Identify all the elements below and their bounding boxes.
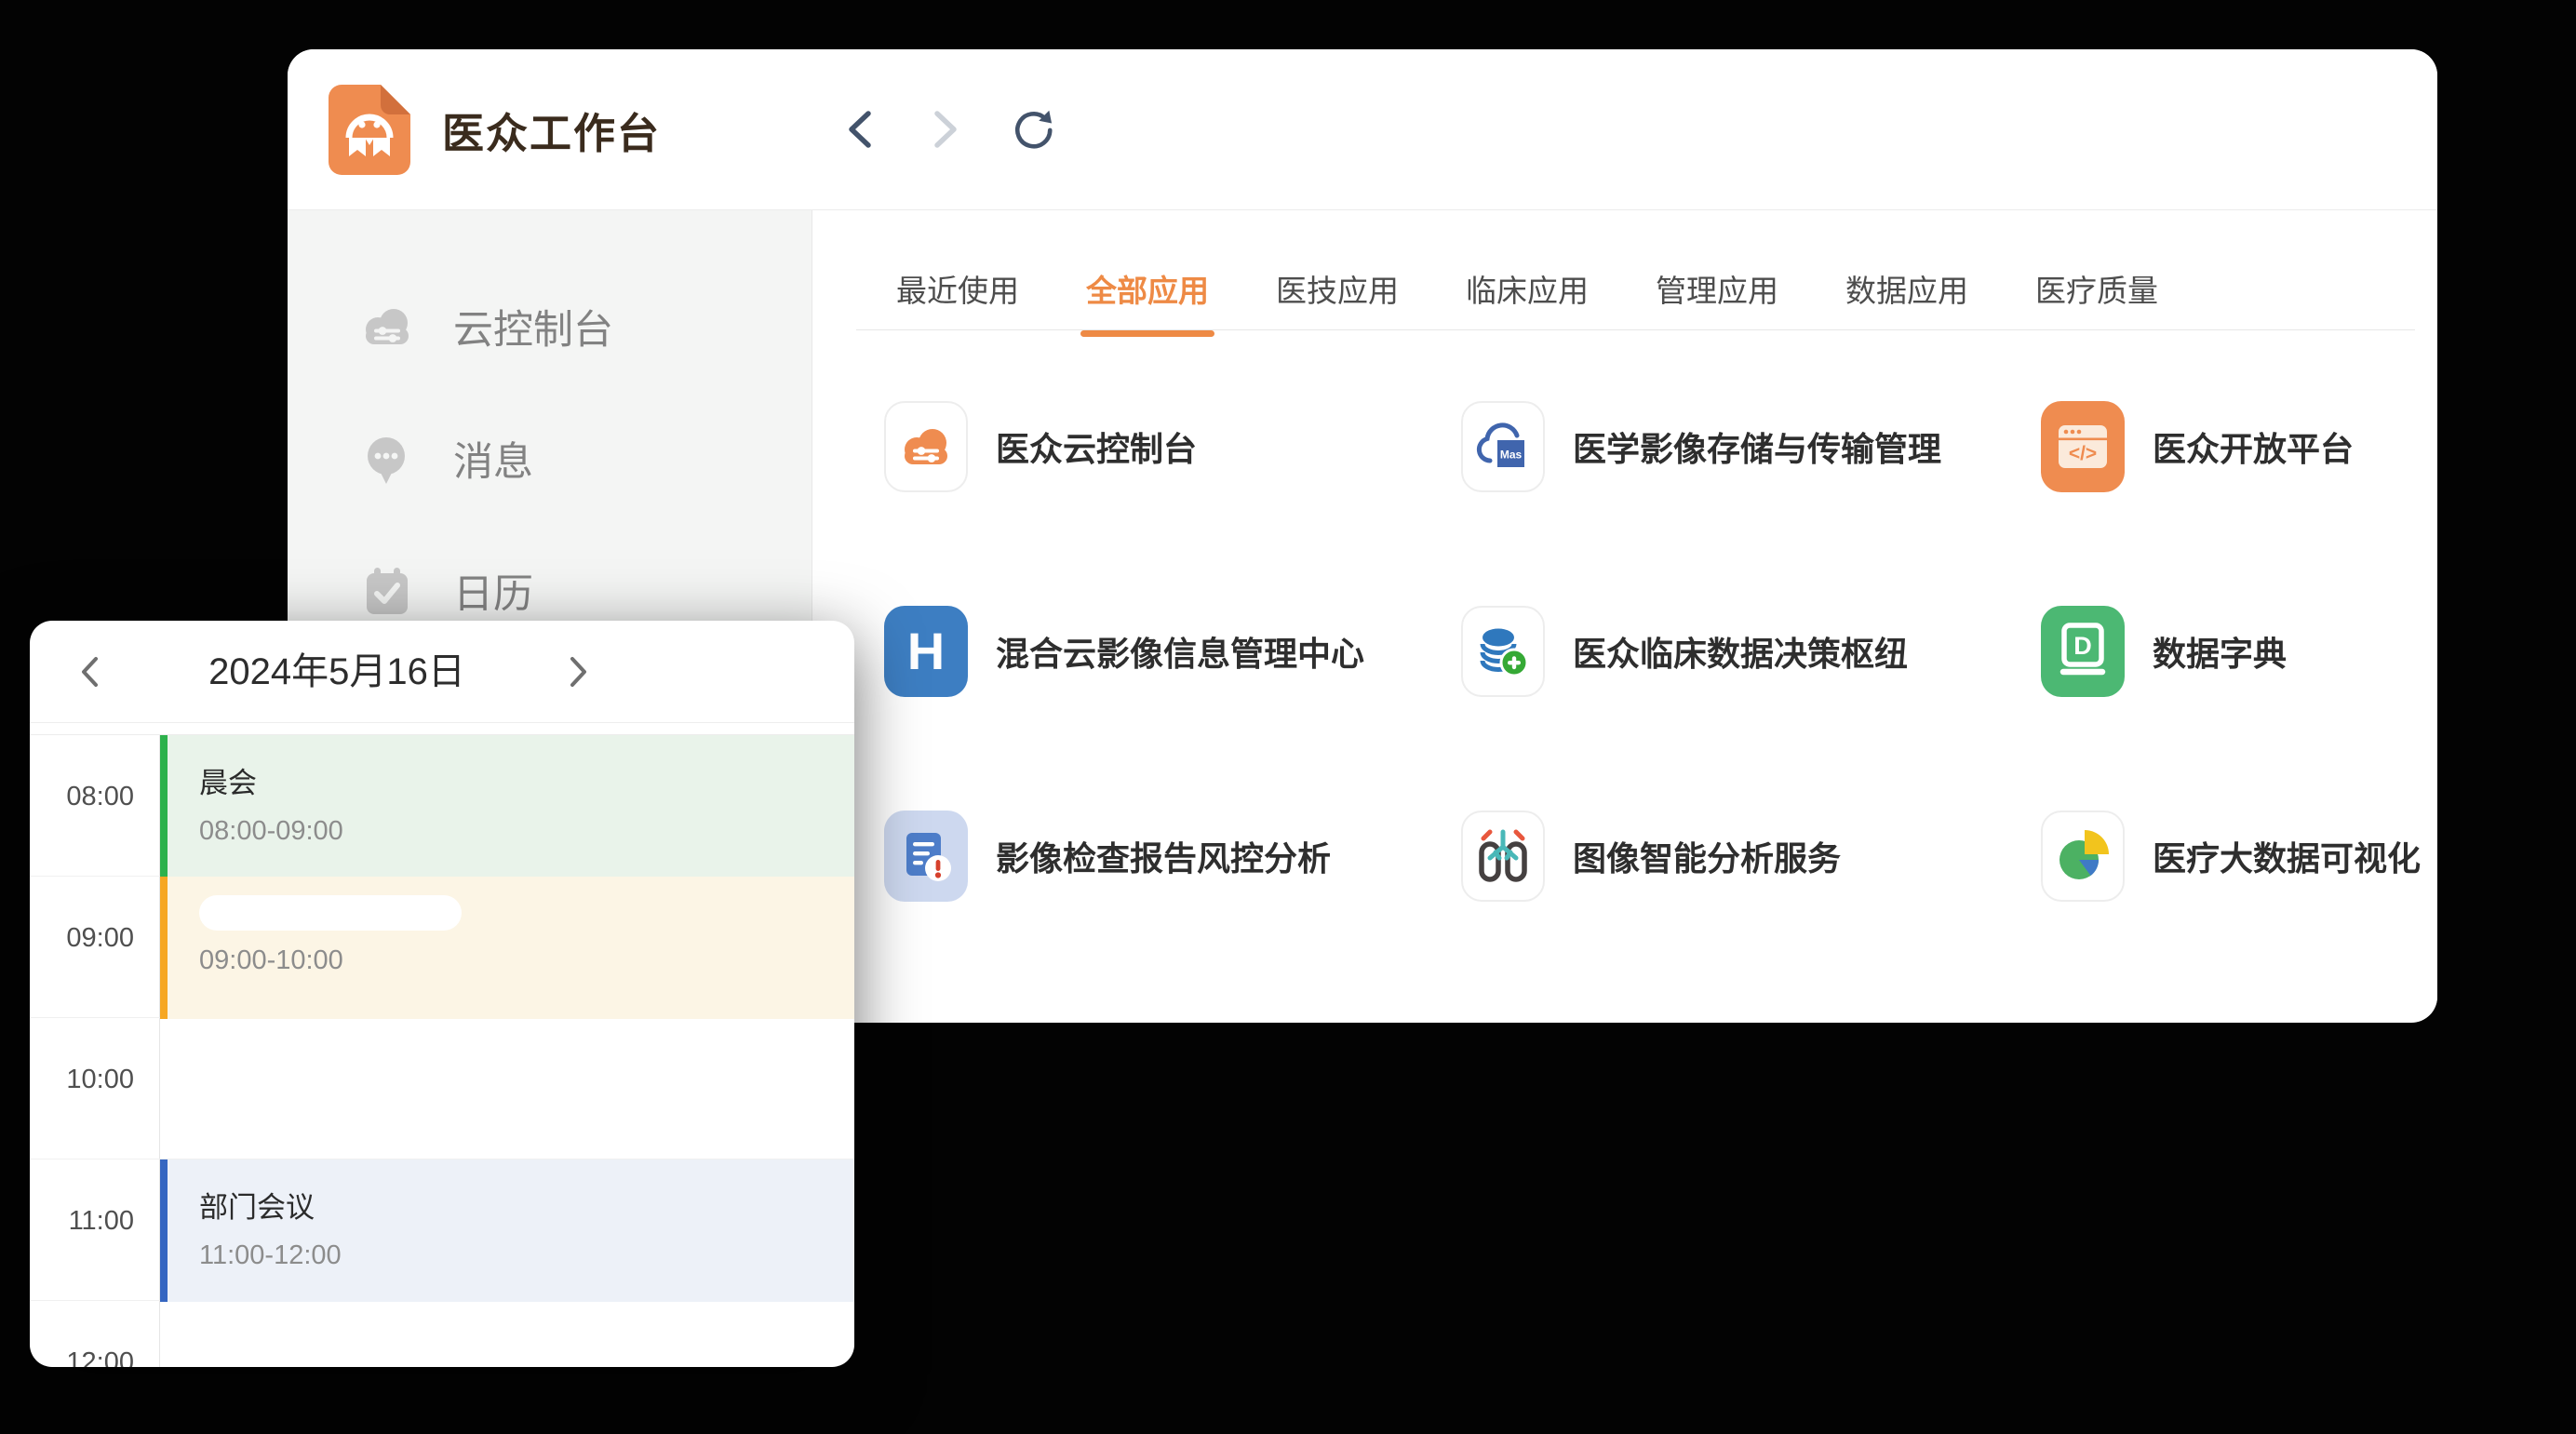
- svg-text:H: H: [907, 622, 945, 680]
- event-redacted[interactable]: 09:00-10:00: [160, 877, 854, 1019]
- app-hybrid-cloud-imaging[interactable]: H 混合云影像信息管理中心: [884, 606, 1461, 697]
- orange-cloud-sliders-icon: [898, 423, 954, 470]
- app-label: 医众云控制台: [996, 422, 1197, 471]
- app-label: 图像智能分析服务: [1573, 832, 1841, 880]
- refresh-icon: [1010, 106, 1053, 153]
- calendar-next-button[interactable]: [568, 651, 596, 692]
- tab-data[interactable]: 数据应用: [1845, 266, 1968, 335]
- app-grid: 医众云控制台 Mas 医学影像存储与传输管理: [884, 401, 2428, 1015]
- time-label: 08:00: [30, 782, 134, 812]
- tab-management[interactable]: 管理应用: [1656, 266, 1778, 335]
- orange-code-window-icon: </>: [2041, 401, 2125, 492]
- green-dictionary-icon: D: [2041, 606, 2125, 697]
- tab-quality[interactable]: 医疗质量: [2035, 266, 2158, 335]
- sidebar-item-label: 云控制台: [453, 298, 613, 355]
- event-department-meeting[interactable]: 部门会议 11:00-12:00: [160, 1159, 854, 1302]
- calendar-rows: 08:00 晨会 08:00-09:00 09:00 09:00-10:00 1…: [30, 734, 854, 1367]
- event-title: 晨会: [199, 759, 854, 801]
- app-title: 医众工作台: [442, 100, 661, 160]
- sidebar-item-label: 消息: [453, 430, 533, 488]
- tab-medtech[interactable]: 医技应用: [1276, 266, 1399, 335]
- chevron-right-icon: [932, 108, 959, 151]
- app-label: 数据字典: [2153, 627, 2287, 676]
- report-alert-icon: [897, 825, 955, 887]
- tab-recent[interactable]: 最近使用: [896, 266, 1019, 335]
- app-image-storage[interactable]: Mas 医学影像存储与传输管理: [1461, 401, 2041, 492]
- app-label: 医众开放平台: [2153, 422, 2354, 471]
- chevron-left-icon: [846, 108, 874, 151]
- sidebar-item-cloud-console[interactable]: 云控制台: [288, 261, 812, 393]
- calendar-prev-button[interactable]: [78, 651, 106, 692]
- calendar-check-icon: [360, 564, 414, 618]
- back-button[interactable]: [839, 107, 881, 152]
- app-label: 医众临床数据决策枢纽: [1573, 627, 1908, 676]
- calendar-row-1100: 11:00 部门会议 11:00-12:00: [30, 1159, 854, 1301]
- message-bubble-icon: [360, 432, 414, 486]
- pie-chart-icon: [2053, 826, 2113, 886]
- time-label: 09:00: [30, 923, 134, 954]
- sidebar-item-label: 日历: [453, 562, 533, 620]
- blue-cloud-mas-icon: Mas: [1474, 418, 1532, 476]
- event-time-range: 09:00-10:00: [199, 945, 854, 976]
- event-time-range: 08:00-09:00: [199, 816, 854, 847]
- tab-clinical[interactable]: 临床应用: [1466, 266, 1589, 335]
- calendar-panel: 2024年5月16日 08:00 晨会 08:00-09:00 09:00 09…: [30, 621, 854, 1367]
- content-area: 最近使用 全部应用 医技应用 临床应用 管理应用 数据应用 医疗质量: [812, 210, 2437, 1022]
- cloud-settings-icon: [360, 300, 414, 354]
- time-label: 10:00: [30, 1065, 134, 1095]
- app-label: 医学影像存储与传输管理: [1573, 422, 1941, 471]
- svg-text:</>: </>: [2069, 443, 2097, 464]
- calendar-row-1200: 12:00: [30, 1301, 854, 1367]
- app-image-ai-analysis[interactable]: 图像智能分析服务: [1461, 811, 2041, 902]
- calendar-header: 2024年5月16日: [30, 621, 854, 723]
- calendar-row-1000: 10:00: [30, 1018, 854, 1159]
- lungs-scan-icon: [1474, 825, 1532, 887]
- app-big-data-visualization[interactable]: 医疗大数据可视化: [2041, 811, 2428, 902]
- blue-letter-h-icon: H: [884, 606, 968, 697]
- sidebar-item-messages[interactable]: 消息: [288, 393, 812, 525]
- app-label: 混合云影像信息管理中心: [996, 627, 1364, 676]
- calendar-date: 2024年5月16日: [132, 621, 542, 723]
- window-header: 医众工作台: [288, 49, 2437, 210]
- tab-bar: 最近使用 全部应用 医技应用 临床应用 管理应用 数据应用 医疗质量: [812, 210, 2437, 335]
- calendar-row-0800: 08:00 晨会 08:00-09:00: [30, 735, 854, 877]
- event-title: 部门会议: [199, 1184, 854, 1226]
- chevron-right-icon: [568, 653, 590, 690]
- database-plus-icon: [1474, 623, 1532, 680]
- time-label: 12:00: [30, 1347, 134, 1367]
- event-morning-meeting[interactable]: 晨会 08:00-09:00: [160, 735, 854, 878]
- refresh-button[interactable]: [1010, 107, 1053, 152]
- svg-text:Mas: Mas: [1500, 449, 1523, 462]
- app-report-risk-analysis[interactable]: 影像检查报告风控分析: [884, 811, 1461, 902]
- calendar-row-0900: 09:00 09:00-10:00: [30, 877, 854, 1018]
- event-time-range: 11:00-12:00: [199, 1240, 854, 1271]
- svg-text:D: D: [2073, 632, 2092, 660]
- forward-button[interactable]: [924, 107, 967, 152]
- redacted-title-pill: [199, 895, 462, 931]
- chevron-left-icon: [78, 653, 101, 690]
- time-label: 11:00: [30, 1206, 134, 1237]
- app-data-dictionary[interactable]: D 数据字典: [2041, 606, 2428, 697]
- nav-controls: [839, 49, 1053, 209]
- app-label: 医疗大数据可视化: [2153, 832, 2421, 880]
- app-cloud-console[interactable]: 医众云控制台: [884, 401, 1461, 492]
- tab-all-apps[interactable]: 全部应用: [1086, 266, 1209, 335]
- app-clinical-data-hub[interactable]: 医众临床数据决策枢纽: [1461, 606, 2041, 697]
- app-logo-icon: [329, 85, 410, 175]
- app-label: 影像检查报告风控分析: [996, 832, 1331, 880]
- app-open-platform[interactable]: </> 医众开放平台: [2041, 401, 2428, 492]
